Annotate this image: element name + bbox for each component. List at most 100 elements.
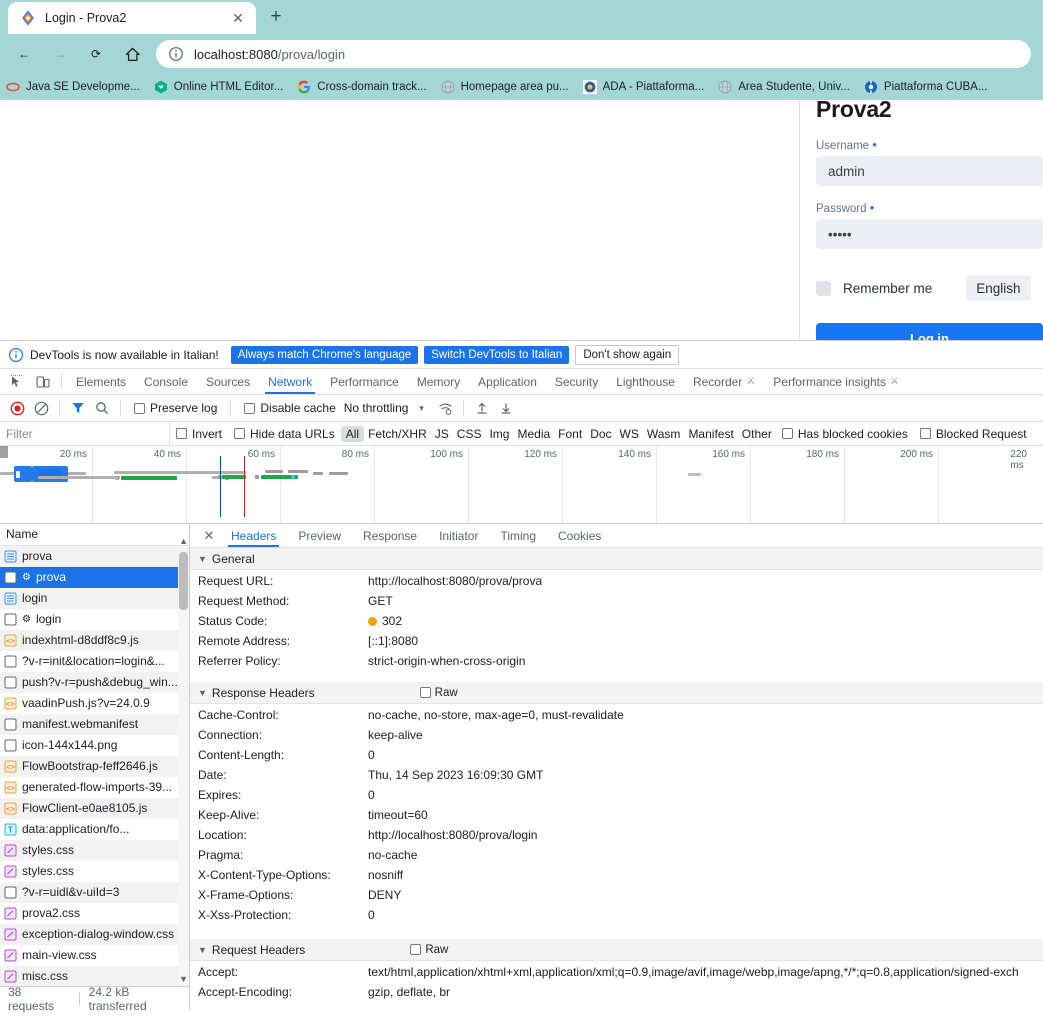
has-blocked-cookies-checkbox[interactable]: Has blocked cookies [781,427,908,441]
bookmark-item[interactable]: Java SE Developme... [6,80,140,94]
preserve-log-checkbox[interactable]: Preserve log [134,401,217,415]
tab-performance-insights[interactable]: Performance insights ⚔ [764,369,908,394]
filter-type-manifest[interactable]: Manifest [684,427,737,441]
tab-response[interactable]: Response [352,524,428,547]
tab-sources[interactable]: Sources [197,369,259,394]
response-headers-section-header[interactable]: ▼ Response Headers Raw [190,682,1043,704]
table-row[interactable]: prova2.css [0,903,189,924]
address-bar[interactable]: localhost:8080/prova/login [156,40,1031,68]
tab-preview[interactable]: Preview [287,524,352,547]
filter-type-all[interactable]: All [340,425,365,442]
request-headers-section-header[interactable]: ▼ Request Headers Raw [190,939,1043,961]
invert-checkbox[interactable]: Invert [176,427,222,441]
table-row[interactable]: manifest.webmanifest [0,713,189,735]
network-conditions-icon[interactable] [434,397,456,419]
filter-type-media[interactable]: Media [513,427,554,441]
tab-memory[interactable]: Memory [408,369,469,394]
request-list-scrollbar[interactable]: ▲ ▼ [178,536,189,986]
filter-type-other[interactable]: Other [738,427,776,441]
table-row[interactable]: <> indexhtml-d8ddf8c9.js [0,629,189,651]
table-row[interactable]: ?v-r=init&location=login&... [0,651,189,672]
forward-icon[interactable]: → [45,39,75,69]
bookmark-item[interactable]: Area Studente, Univ... [718,80,850,94]
tab-cookies[interactable]: Cookies [547,524,612,547]
clear-icon[interactable] [30,397,52,419]
back-icon[interactable]: ← [9,39,39,69]
table-row[interactable]: main-view.css [0,945,189,966]
import-har-icon[interactable] [471,397,493,419]
table-row[interactable]: ⚙ prova [0,566,189,588]
table-row[interactable]: ⚙ login [0,609,189,630]
table-row[interactable]: styles.css [0,861,189,882]
general-section-header[interactable]: ▼ General [190,548,1043,570]
filter-type-css[interactable]: CSS [453,427,486,441]
export-har-icon[interactable] [495,397,517,419]
tab-lighthouse[interactable]: Lighthouse [607,369,684,394]
filter-type-ws[interactable]: WS [616,427,643,441]
tab-security[interactable]: Security [546,369,607,394]
always-match-language-button[interactable]: Always match Chrome's language [230,345,419,364]
tab-elements[interactable]: Elements [67,369,135,394]
info-circle-icon[interactable] [168,46,184,62]
table-row[interactable]: exception-dialog-window.css [0,923,189,945]
network-overview-timeline[interactable]: 20 ms 40 ms 60 ms 80 ms 100 ms 120 ms 14… [0,446,1043,524]
tab-performance[interactable]: Performance [321,369,408,394]
raw-toggle[interactable]: Raw [410,944,448,956]
language-select[interactable]: English [966,275,1031,301]
tab-recorder[interactable]: Recorder ⚔ [684,369,764,394]
throttling-select[interactable]: No throttling [344,401,409,415]
table-row[interactable]: prova [0,545,189,567]
filter-type-font[interactable]: Font [554,427,586,441]
table-row[interactable]: push?v-r=push&debug_win... [0,671,189,693]
raw-toggle[interactable]: Raw [419,687,458,699]
reload-icon[interactable]: ⟳ [81,39,111,69]
filter-icon[interactable] [67,397,89,419]
scroll-up-icon[interactable]: ▲ [179,536,188,546]
blocked-requests-checkbox[interactable]: Blocked Request [919,427,1027,441]
table-row[interactable]: <> FlowClient-e0ae8105.js [0,797,189,819]
table-row[interactable]: misc.css [0,965,189,986]
tab-headers[interactable]: Headers [220,524,287,547]
record-icon[interactable] [6,397,28,419]
tab-initiator[interactable]: Initiator [428,524,489,547]
bookmark-item[interactable]: Homepage area pu... [441,80,569,94]
tab-application[interactable]: Application [469,369,546,394]
tab-timing[interactable]: Timing [489,524,547,547]
login-button[interactable]: Log in [816,323,1043,340]
device-toolbar-icon[interactable] [30,369,56,394]
table-row[interactable]: <> vaadinPush.js?v=24.0.9 [0,693,189,714]
filter-type-img[interactable]: Img [485,427,513,441]
table-row[interactable]: T data:application/fo... [0,819,189,840]
dont-show-again-button[interactable]: Don't show again [575,344,680,365]
filter-input[interactable]: Filter [0,422,170,445]
home-icon[interactable] [117,39,147,69]
close-icon[interactable]: ✕ [228,8,248,28]
filter-type-wasm[interactable]: Wasm [643,427,685,441]
username-input[interactable]: admin [816,156,1043,186]
tab-console[interactable]: Console [135,369,197,394]
bookmark-item[interactable]: ADA - Piattaforma... [582,80,704,94]
scroll-down-icon[interactable]: ▼ [179,974,188,984]
bookmark-item[interactable]: Cross-domain track... [297,80,427,94]
switch-language-button[interactable]: Switch DevTools to Italian [424,345,570,364]
chevron-down-icon[interactable]: ▾ [410,397,432,419]
filter-type-doc[interactable]: Doc [586,427,615,441]
disable-cache-checkbox[interactable]: Disable cache [244,401,336,415]
table-row[interactable]: <> generated-flow-imports-39... [0,777,189,798]
scrollbar-thumb[interactable] [179,552,188,610]
new-tab-button[interactable]: + [262,3,290,31]
table-row[interactable]: <> FlowBootstrap-feff2646.js [0,755,189,777]
bookmark-item[interactable]: Piattaforma CUBA... [864,80,987,94]
hide-data-urls-checkbox[interactable]: Hide data URLs [234,427,335,441]
tab-network[interactable]: Network [259,369,321,394]
table-row[interactable]: icon-144x144.png [0,735,189,756]
request-list-header[interactable]: Name [0,524,189,546]
filter-type-fetch-xhr[interactable]: Fetch/XHR [364,427,431,441]
close-icon[interactable]: ✕ [198,524,220,547]
table-row[interactable]: login [0,587,189,609]
remember-me-checkbox[interactable] [816,280,831,296]
filter-type-js[interactable]: JS [431,427,453,441]
table-row[interactable]: styles.css [0,839,189,861]
bookmark-item[interactable]: Online HTML Editor... [154,80,283,94]
browser-tab[interactable]: Login - Prova2 ✕ [8,2,256,34]
